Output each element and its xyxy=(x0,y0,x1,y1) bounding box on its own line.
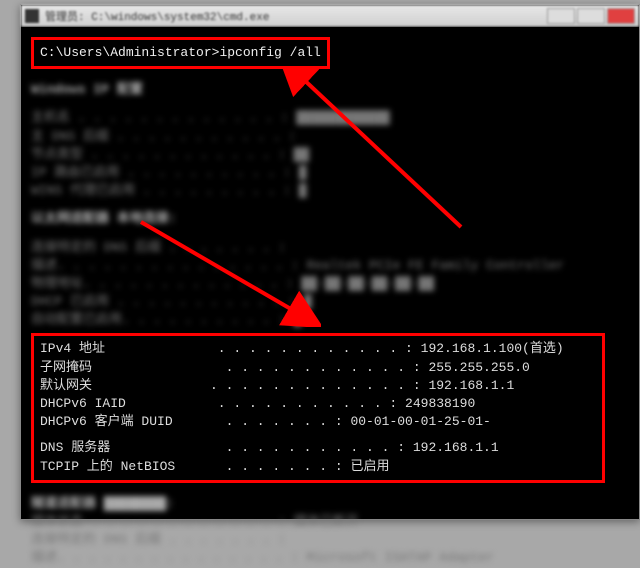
blurred-footer-line: 连接特定的 DNS 后缀 . . . . . . . : xyxy=(31,531,629,549)
window-controls xyxy=(547,8,635,24)
blurred-header-1: Windows IP 配置 xyxy=(31,81,629,99)
duid-label: DHCPv6 客户端 DUID xyxy=(40,413,210,431)
duid-value: 00-01-00-01-25-01- xyxy=(350,413,490,431)
blurred-line: IP 路由已启用 . . . . . . . . . . : █ xyxy=(31,164,629,182)
blurred-line: WINS 代理已启用 . . . . . . . . . : █ xyxy=(31,182,629,200)
prompt: C:\Users\Administrator> xyxy=(40,45,219,60)
blurred-line: DHCP 已启用 . . . . . . . . . . . : █ xyxy=(31,293,629,311)
subnet-row: 子网掩码 . . . . . . . . . . . . : 255.255.2… xyxy=(40,359,596,377)
command-text: ipconfig /all xyxy=(219,45,320,60)
duid-row: DHCPv6 客户端 DUID . . . . . . . : 00-01-00… xyxy=(40,413,596,431)
ipv4-label: IPv4 地址 xyxy=(40,340,210,358)
blurred-section-2: 以太网适配器 本地连接: 连接特定的 DNS 后缀 . . . . . . . … xyxy=(31,210,629,329)
blurred-line: 描述. . . . . . . . . . . . . . . : Realte… xyxy=(31,257,629,275)
cmd-icon xyxy=(25,9,39,23)
blurred-footer: 隧道适配器 ████████: 媒体状态 . . . . . . . . . .… xyxy=(31,495,629,568)
netbios-value: 已启用 xyxy=(350,458,389,476)
network-details-highlight-box: IPv4 地址 . . . . . . . . . . . . : 192.16… xyxy=(31,333,605,482)
subnet-value: 255.255.255.0 xyxy=(428,359,529,377)
ipv4-value: 192.168.1.100(首选) xyxy=(421,340,564,358)
window-title: 管理员: C:\windows\system32\cmd.exe xyxy=(45,8,269,24)
blurred-footer-line: 描述. . . . . . . . . . . . . . . : Micros… xyxy=(31,549,629,567)
ipv4-row: IPv4 地址 . . . . . . . . . . . . : 192.16… xyxy=(40,340,596,358)
blurred-footer-line: 隧道适配器 ████████: xyxy=(31,495,629,513)
minimize-button[interactable] xyxy=(547,8,575,24)
cmd-window: 管理员: C:\windows\system32\cmd.exe C:\User… xyxy=(20,4,640,520)
blurred-line: 连接特定的 DNS 后缀 . . . . . . . : xyxy=(31,239,629,257)
blurred-line: 主 DNS 后缀 . . . . . . . . . . . : xyxy=(31,128,629,146)
blurred-line: 自动配置已启用. . . . . . . . . . : █ xyxy=(31,311,629,329)
netbios-label: TCPIP 上的 NetBIOS xyxy=(40,458,210,476)
gateway-label: 默认网关 xyxy=(40,377,210,395)
dns-label: DNS 服务器 xyxy=(40,439,210,457)
iaid-row: DHCPv6 IAID . . . . . . . . . . . : 2498… xyxy=(40,395,596,413)
titlebar[interactable]: 管理员: C:\windows\system32\cmd.exe xyxy=(21,5,639,27)
dns-row: DNS 服务器 . . . . . . . . . . . : 192.168.… xyxy=(40,439,596,457)
command-highlight-box: C:\Users\Administrator>ipconfig /all xyxy=(31,37,330,69)
blurred-footer-line: 媒体状态 . . . . . . . . . . . . : 媒体已断开 xyxy=(31,513,629,531)
subnet-label: 子网掩码 xyxy=(40,359,210,377)
blurred-header-2: 以太网适配器 本地连接: xyxy=(31,210,629,228)
blurred-line: 主机名 . . . . . . . . . . . . . : ████████… xyxy=(31,109,629,127)
gateway-row: 默认网关. . . . . . . . . . . . . : 192.168.… xyxy=(40,377,596,395)
netbios-row: TCPIP 上的 NetBIOS . . . . . . . : 已启用 xyxy=(40,458,596,476)
gateway-value: 192.168.1.1 xyxy=(428,377,514,395)
terminal-output[interactable]: C:\Users\Administrator>ipconfig /all Win… xyxy=(21,27,639,519)
blurred-line: 节点类型 . . . . . . . . . . . . : ██ xyxy=(31,146,629,164)
blurred-line: 物理地址. . . . . . . . . . . . . : ██-██-██… xyxy=(31,275,629,293)
iaid-label: DHCPv6 IAID xyxy=(40,395,210,413)
blurred-section-1: Windows IP 配置 主机名 . . . . . . . . . . . … xyxy=(31,81,629,200)
iaid-value: 249838190 xyxy=(405,395,475,413)
maximize-button[interactable] xyxy=(577,8,605,24)
close-button[interactable] xyxy=(607,8,635,24)
dns-value: 192.168.1.1 xyxy=(413,439,499,457)
